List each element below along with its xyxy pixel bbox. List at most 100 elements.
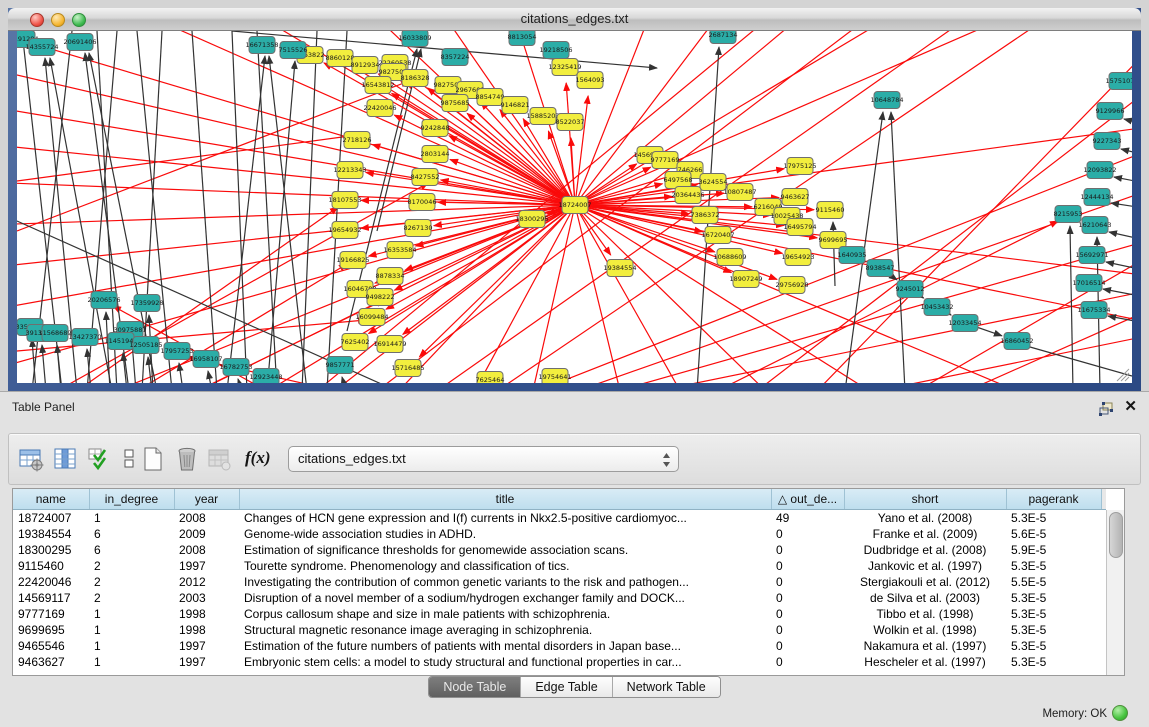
network-node[interactable]: 19218506 [539, 42, 572, 59]
table-cell[interactable]: Investigating the contribution of common… [239, 574, 771, 590]
table-vertical-scrollbar[interactable] [1106, 510, 1124, 675]
network-node[interactable]: 7625402 [341, 334, 370, 351]
float-window-icon[interactable] [1097, 401, 1115, 417]
table-select-dropdown[interactable]: citations_edges.txt [288, 446, 679, 472]
column-header-pagerank[interactable]: pagerank [1006, 489, 1101, 510]
table-row[interactable]: 2242004622012Investigating the contribut… [13, 574, 1106, 590]
table-cell[interactable]: 1 [89, 654, 174, 670]
table-cell[interactable]: 0 [771, 654, 844, 670]
table-cell[interactable]: 5.6E-5 [1006, 526, 1101, 542]
table-cell[interactable]: 18724007 [13, 510, 89, 527]
network-node[interactable]: 16099484 [355, 309, 388, 326]
network-node[interactable]: 9115460 [816, 202, 845, 219]
table-cell[interactable]: 2009 [174, 526, 239, 542]
table-cell[interactable]: Stergiakouli et al. (2012) [844, 574, 1006, 590]
network-node[interactable]: 16914479 [373, 336, 406, 353]
network-node[interactable]: 9245012 [896, 281, 925, 298]
network-node[interactable]: 9129966 [1096, 103, 1125, 120]
table-cell[interactable]: 5.3E-5 [1006, 510, 1101, 527]
network-node[interactable]: 18724007 [558, 197, 591, 214]
network-node[interactable]: 29756928 [775, 277, 808, 294]
table-cell[interactable]: 5.3E-5 [1006, 606, 1101, 622]
table-row[interactable]: 1938455462009Genome-wide association stu… [13, 526, 1106, 542]
network-node[interactable]: 12213343 [333, 162, 366, 179]
network-node[interactable]: 20206576 [87, 292, 120, 309]
network-node[interactable]: 18907249 [729, 271, 762, 288]
table-cell[interactable]: 2 [89, 558, 174, 574]
table-cell[interactable]: 1997 [174, 638, 239, 654]
table-cell[interactable]: 9115460 [13, 558, 89, 574]
table-cell[interactable]: 6 [89, 542, 174, 558]
column-header-title[interactable]: title [239, 489, 771, 510]
network-node[interactable]: 17359928 [130, 295, 163, 312]
zoom-traffic-light[interactable] [72, 13, 86, 27]
table-cell[interactable]: Nakamura et al. (1997) [844, 638, 1006, 654]
table-cell[interactable]: 14569117 [13, 590, 89, 606]
network-node[interactable]: 19754641 [538, 369, 571, 384]
table-cell[interactable]: Franke et al. (2009) [844, 526, 1006, 542]
table-cell[interactable]: 2 [89, 574, 174, 590]
network-node[interactable]: 12093822 [1083, 162, 1116, 179]
network-node[interactable]: 17016514 [1072, 275, 1105, 292]
network-node[interactable]: 9242848 [421, 120, 450, 137]
table-cell[interactable]: Corpus callosum shape and size in male p… [239, 606, 771, 622]
network-node[interactable]: 15716485 [391, 360, 424, 377]
network-node[interactable]: 8357224 [441, 49, 470, 66]
network-node[interactable]: 11568689 [38, 325, 71, 342]
network-node[interactable]: 12923448 [249, 369, 282, 384]
network-node[interactable]: 9875685 [441, 95, 470, 112]
table-cell[interactable]: Estimation of significance thresholds fo… [239, 542, 771, 558]
table-cell[interactable]: 1998 [174, 606, 239, 622]
import-table-icon[interactable] [205, 445, 233, 473]
table-cell[interactable]: 0 [771, 638, 844, 654]
network-node[interactable]: 10688609 [713, 249, 746, 266]
table-cell[interactable]: 1998 [174, 622, 239, 638]
table-row[interactable]: 1456911722003Disruption of a novel membe… [13, 590, 1106, 606]
table-cell[interactable]: Wolkin et al. (1998) [844, 622, 1006, 638]
network-node[interactable]: 16543812 [361, 77, 394, 94]
table-cell[interactable]: 5.3E-5 [1006, 654, 1101, 670]
tab-edge-table[interactable]: Edge Table [520, 677, 611, 697]
table-cell[interactable]: 5.3E-5 [1006, 638, 1101, 654]
column-header-short[interactable]: short [844, 489, 1006, 510]
network-canvas[interactable]: 1872400774638228860128891293422260538982… [17, 31, 1132, 383]
table-cell[interactable]: 5.3E-5 [1006, 590, 1101, 606]
table-cell[interactable]: Estimation of the future numbers of pati… [239, 638, 771, 654]
table-settings-icon[interactable] [17, 445, 45, 473]
table-cell[interactable]: 2 [89, 590, 174, 606]
table-cell[interactable]: 0 [771, 622, 844, 638]
table-cell[interactable]: Changes of HCN gene expression and I(f) … [239, 510, 771, 527]
network-node[interactable]: 12033454 [948, 315, 981, 332]
table-cell[interactable]: 0 [771, 574, 844, 590]
network-node[interactable]: 9699695 [819, 232, 848, 249]
network-node[interactable]: 16958107 [189, 351, 222, 368]
scrollbar-thumb[interactable] [1109, 512, 1123, 558]
table-cell[interactable]: 5.9E-5 [1006, 542, 1101, 558]
network-node[interactable]: 22420046 [363, 100, 396, 117]
table-row[interactable]: 1872400712008Changes of HCN gene express… [13, 510, 1106, 527]
table-cell[interactable]: 0 [771, 526, 844, 542]
network-node[interactable]: 8170046 [408, 194, 437, 211]
network-node[interactable]: 10453432 [920, 299, 953, 316]
table-cell[interactable]: 0 [771, 542, 844, 558]
network-node[interactable]: 19654923 [781, 249, 814, 266]
resize-grip-icon[interactable] [1125, 377, 1129, 381]
network-node[interactable]: 8522037 [556, 114, 585, 131]
close-icon[interactable]: ✕ [1124, 399, 1137, 415]
network-node[interactable]: 16860452 [1000, 333, 1033, 350]
network-node[interactable]: 8938547 [866, 260, 895, 277]
table-cell[interactable]: Hescheler et al. (1997) [844, 654, 1006, 670]
network-node[interactable]: 18300295 [515, 211, 548, 228]
table-cell[interactable]: 6 [89, 526, 174, 542]
table-cell[interactable]: 5.5E-5 [1006, 574, 1101, 590]
network-node[interactable]: 13427370 [68, 329, 101, 346]
network-node[interactable]: 7515526 [279, 42, 308, 59]
table-cell[interactable]: 18300295 [13, 542, 89, 558]
network-node[interactable]: 20691406 [63, 34, 96, 51]
network-node[interactable]: 10648784 [870, 92, 903, 109]
table-cell[interactable]: Disruption of a novel member of a sodium… [239, 590, 771, 606]
table-cell[interactable]: 2012 [174, 574, 239, 590]
network-node[interactable]: 12505185 [129, 337, 162, 354]
table-row[interactable]: 946362711997Embryonic stem cells: a mode… [13, 654, 1106, 670]
network-node[interactable]: 20364436 [671, 187, 704, 204]
